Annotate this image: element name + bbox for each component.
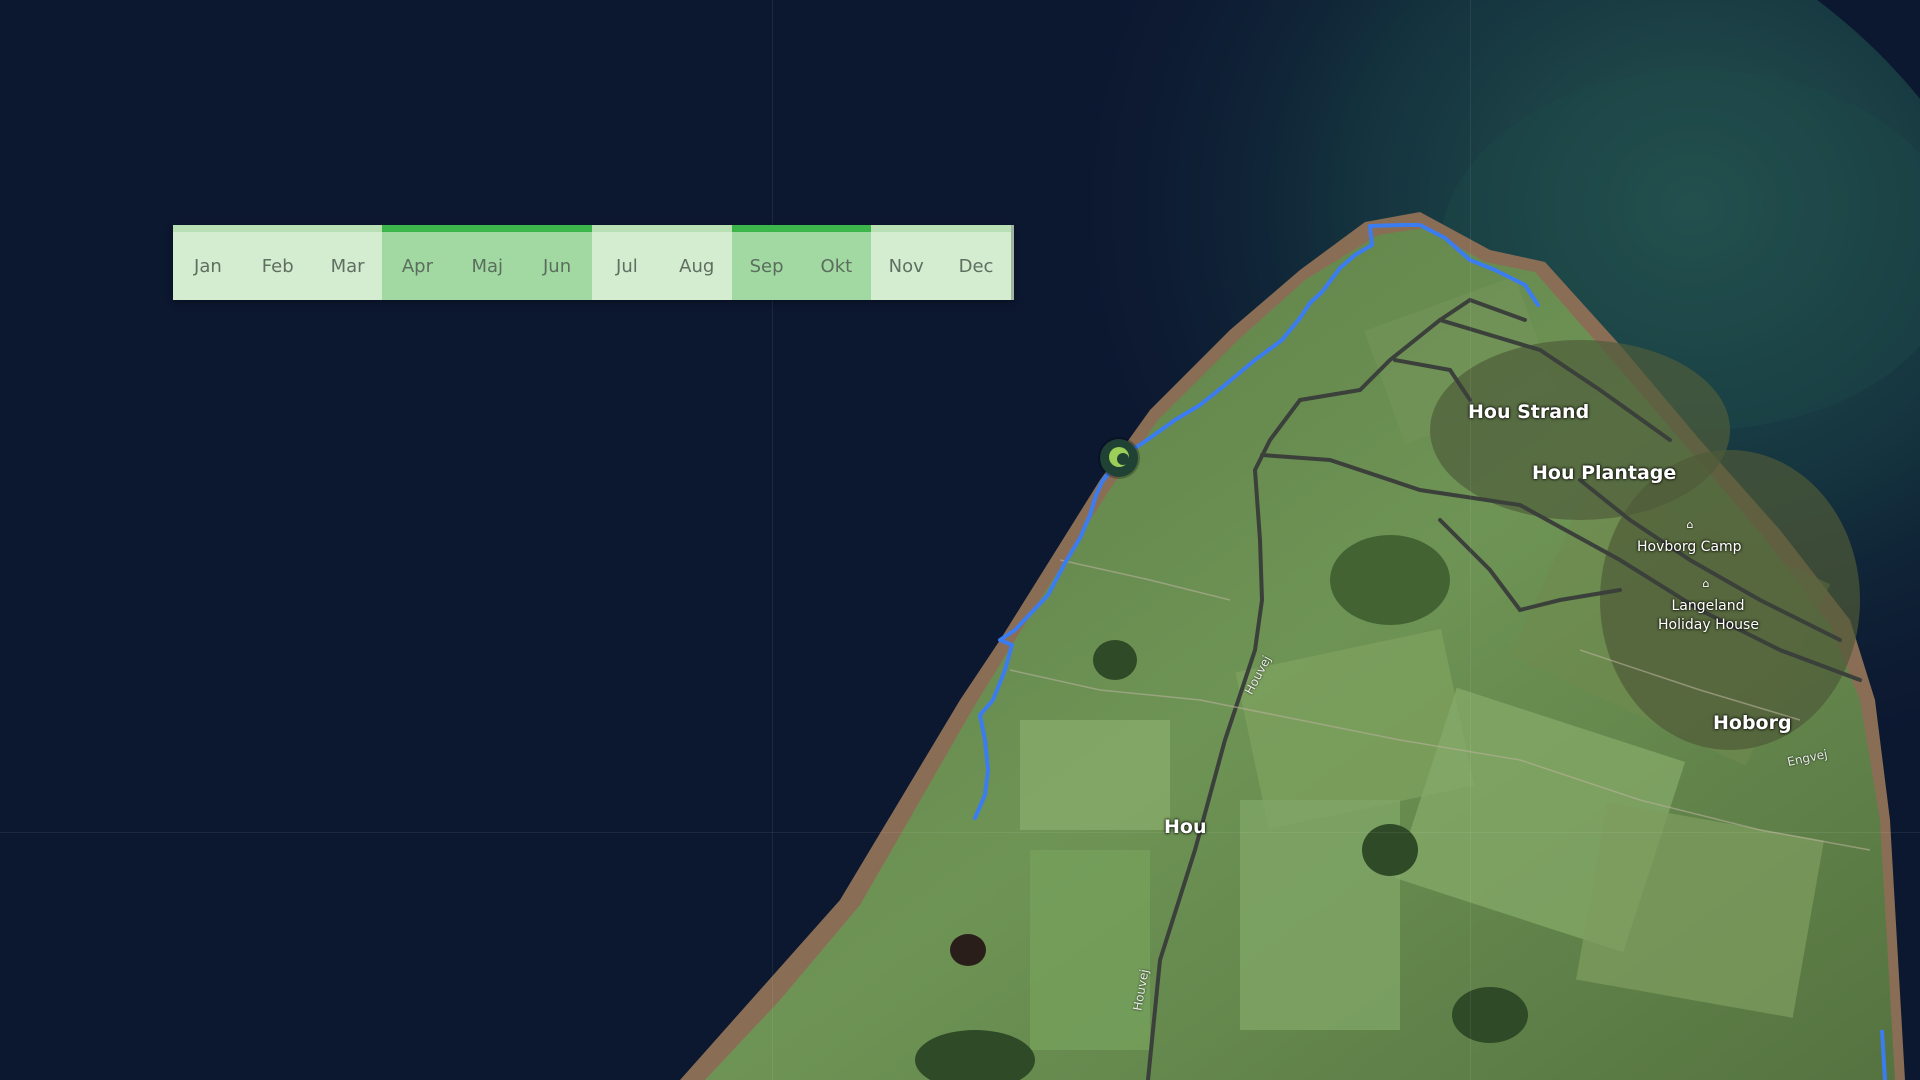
grid-line [772,0,773,1080]
month-jun[interactable]: Jun [522,225,592,300]
campsite-icon[interactable]: ⌂ [1683,519,1697,530]
grid-line [1470,0,1471,1080]
marker-icon [1109,447,1129,467]
month-apr[interactable]: Apr [382,225,453,300]
season-month-bar: Jan Feb Mar Apr Maj Jun Jul Aug Sep Okt … [173,225,1014,300]
place-label-hou-strand: Hou Strand [1468,401,1590,423]
place-label-hou-plantage: Hou Plantage [1532,462,1677,484]
poi-label-line: Langeland [1671,598,1745,614]
satellite-map[interactable] [0,0,1920,1080]
poi-label-line: Holiday House [1658,617,1759,633]
month-okt[interactable]: Okt [801,225,872,300]
month-sep[interactable]: Sep [731,225,802,300]
lodging-icon[interactable]: ⌂ [1699,578,1713,589]
place-label-hoborg: Hoborg [1713,712,1792,734]
month-dec[interactable]: Dec [941,225,1011,300]
month-feb[interactable]: Feb [242,225,313,300]
month-jan[interactable]: Jan [173,225,243,300]
month-aug[interactable]: Aug [661,225,732,300]
poi-label-hovborg-camp: Hovborg Camp [1637,539,1742,555]
poi-label-langeland: Langeland Holiday House [1658,597,1759,635]
place-label-hou: Hou [1164,816,1207,838]
month-mar[interactable]: Mar [312,225,383,300]
location-marker[interactable] [1100,439,1138,477]
month-maj[interactable]: Maj [452,225,523,300]
month-jul[interactable]: Jul [591,225,662,300]
grid-line [0,832,1920,833]
month-nov[interactable]: Nov [871,225,942,300]
